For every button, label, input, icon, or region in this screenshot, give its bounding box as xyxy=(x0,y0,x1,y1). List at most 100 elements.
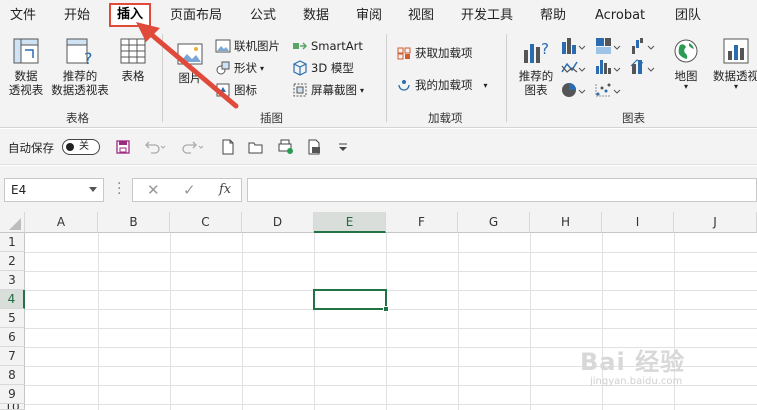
fill-handle[interactable] xyxy=(383,306,389,312)
undo-icon[interactable] xyxy=(143,139,167,155)
globe-icon xyxy=(674,39,698,63)
smartart-icon xyxy=(293,42,308,50)
new-file-icon[interactable] xyxy=(220,139,236,155)
gridline xyxy=(314,233,315,410)
row-header-2[interactable]: 2 xyxy=(0,252,25,271)
pivot-table-button[interactable]: 数据 透视表 xyxy=(4,36,48,97)
row-header-5[interactable]: 5 xyxy=(0,309,25,328)
print-preview-icon[interactable] xyxy=(277,139,295,155)
3d-model-label: 3D 模型 xyxy=(311,61,354,75)
smartart-button[interactable]: SmartArt xyxy=(292,38,363,54)
insert-function-icon[interactable]: fx xyxy=(219,182,231,197)
tab-data[interactable]: 数据 xyxy=(303,6,329,26)
tab-home[interactable]: 开始 xyxy=(64,6,90,26)
chevron-down-icon: ▾ xyxy=(683,82,688,91)
toggle-knob xyxy=(66,143,74,151)
gridline xyxy=(242,233,243,410)
icons-button[interactable]: 图标 xyxy=(215,82,257,98)
column-header-d[interactable]: D xyxy=(242,212,314,233)
svg-text:?: ? xyxy=(541,40,549,58)
column-header-b[interactable]: B xyxy=(98,212,170,233)
row-header-4[interactable]: 4 xyxy=(0,290,25,309)
tab-view[interactable]: 视图 xyxy=(408,6,434,26)
screenshot-icon xyxy=(293,83,307,97)
formula-input[interactable] xyxy=(247,178,757,202)
3d-model-button[interactable]: 3D 模型 xyxy=(292,60,354,76)
pivot-table-icon xyxy=(13,38,39,64)
selected-cell-e4[interactable] xyxy=(313,289,389,312)
separator xyxy=(386,34,387,122)
get-addins-button[interactable]: 获取加载项 xyxy=(396,45,473,61)
chevron-down-icon: ▾ xyxy=(733,82,738,91)
cancel-icon[interactable]: ✕ xyxy=(147,181,160,199)
tab-review[interactable]: 审阅 xyxy=(356,6,382,26)
chevron-down-icon: ▾ xyxy=(483,80,488,90)
gridline xyxy=(25,271,757,272)
tab-developer[interactable]: 开发工具 xyxy=(461,6,513,26)
row-header-7[interactable]: 7 xyxy=(0,347,25,366)
tab-file[interactable]: 文件 xyxy=(10,6,36,26)
tab-formulas[interactable]: 公式 xyxy=(250,6,276,26)
select-all-corner[interactable] xyxy=(0,212,25,233)
tab-acrobat[interactable]: Acrobat xyxy=(595,6,645,26)
row-header-9[interactable]: 9 xyxy=(0,385,25,404)
map-button[interactable]: 地图 ▾ xyxy=(668,36,704,91)
screenshot-button[interactable]: 屏幕截图 ▾ xyxy=(292,82,364,98)
my-addins-button[interactable]: 我的加载项 ▾ xyxy=(396,77,488,93)
statistic-chart-icon xyxy=(596,60,621,74)
enter-icon[interactable]: ✓ xyxy=(183,181,196,199)
separator xyxy=(506,34,507,122)
column-header-i[interactable]: I xyxy=(602,212,674,233)
row-header-1[interactable]: 1 xyxy=(0,233,25,252)
pie-chart-icon xyxy=(562,83,586,97)
save-icon[interactable] xyxy=(115,139,131,155)
recommended-chart-icon: ? xyxy=(524,40,549,63)
gridline xyxy=(386,233,387,410)
tab-help[interactable]: 帮助 xyxy=(540,6,566,26)
shapes-button[interactable]: 形状 ▾ xyxy=(215,60,264,76)
recommended-pivot-icon: ? xyxy=(66,38,93,66)
recommended-pivot-button[interactable]: ? 推荐的 数据透视表 xyxy=(48,36,112,97)
tab-page-layout[interactable]: 页面布局 xyxy=(170,6,222,26)
row-header-6[interactable]: 6 xyxy=(0,328,25,347)
row-header-8[interactable]: 8 xyxy=(0,366,25,385)
hierarchy-chart-icon xyxy=(596,38,621,54)
pivot-chart-icon xyxy=(723,38,749,64)
row-header-3[interactable]: 3 xyxy=(0,271,25,290)
column-header-f[interactable]: F xyxy=(386,212,458,233)
select-all-icon xyxy=(9,218,21,230)
column-header-c[interactable]: C xyxy=(170,212,242,233)
table-button[interactable]: 表格 xyxy=(114,36,152,83)
column-header-a[interactable]: A xyxy=(25,212,98,233)
formula-bar: E4 · · · ✕ ✓ fx xyxy=(0,166,757,212)
pictures-button[interactable]: 图片 xyxy=(170,40,210,85)
tab-team[interactable]: 团队 xyxy=(675,6,701,26)
autosave-toggle[interactable]: 关 xyxy=(62,139,100,155)
column-header-j[interactable]: J xyxy=(674,212,757,233)
autosave-label: 自动保存 xyxy=(8,141,54,155)
recommended-charts-button[interactable]: ? 推荐的 图表 xyxy=(514,36,558,97)
chart-types-gallery[interactable] xyxy=(560,36,670,102)
pivot-table-label: 数据 透视表 xyxy=(8,69,44,97)
shapes-icon xyxy=(216,61,230,75)
column-header-e[interactable]: E xyxy=(314,212,386,233)
pivot-chart-button[interactable]: 数据透视 ▾ xyxy=(706,36,757,91)
document-check-icon[interactable] xyxy=(306,139,324,155)
column-header-h[interactable]: H xyxy=(530,212,602,233)
picture-icon xyxy=(177,43,203,65)
tab-insert[interactable]: 插入 xyxy=(109,3,152,27)
name-box[interactable]: E4 xyxy=(4,178,104,202)
icons-icon xyxy=(216,83,230,97)
online-pictures-button[interactable]: 联机图片 xyxy=(215,38,280,54)
open-folder-icon[interactable] xyxy=(248,139,264,155)
svg-text:?: ? xyxy=(84,49,93,66)
drag-handle-icon[interactable]: · · · xyxy=(117,177,121,201)
recommended-pivot-label: 推荐的 数据透视表 xyxy=(51,69,109,97)
group-label-illustrations: 插图 xyxy=(260,111,283,125)
watermark-url: jingyan.baidu.com xyxy=(590,376,683,387)
column-header-g[interactable]: G xyxy=(458,212,530,233)
row-header-10[interactable]: 10 xyxy=(0,404,25,410)
redo-icon[interactable] xyxy=(181,139,205,155)
chevron-down-icon: ▾ xyxy=(260,63,265,73)
customize-qat-icon[interactable] xyxy=(336,139,350,155)
